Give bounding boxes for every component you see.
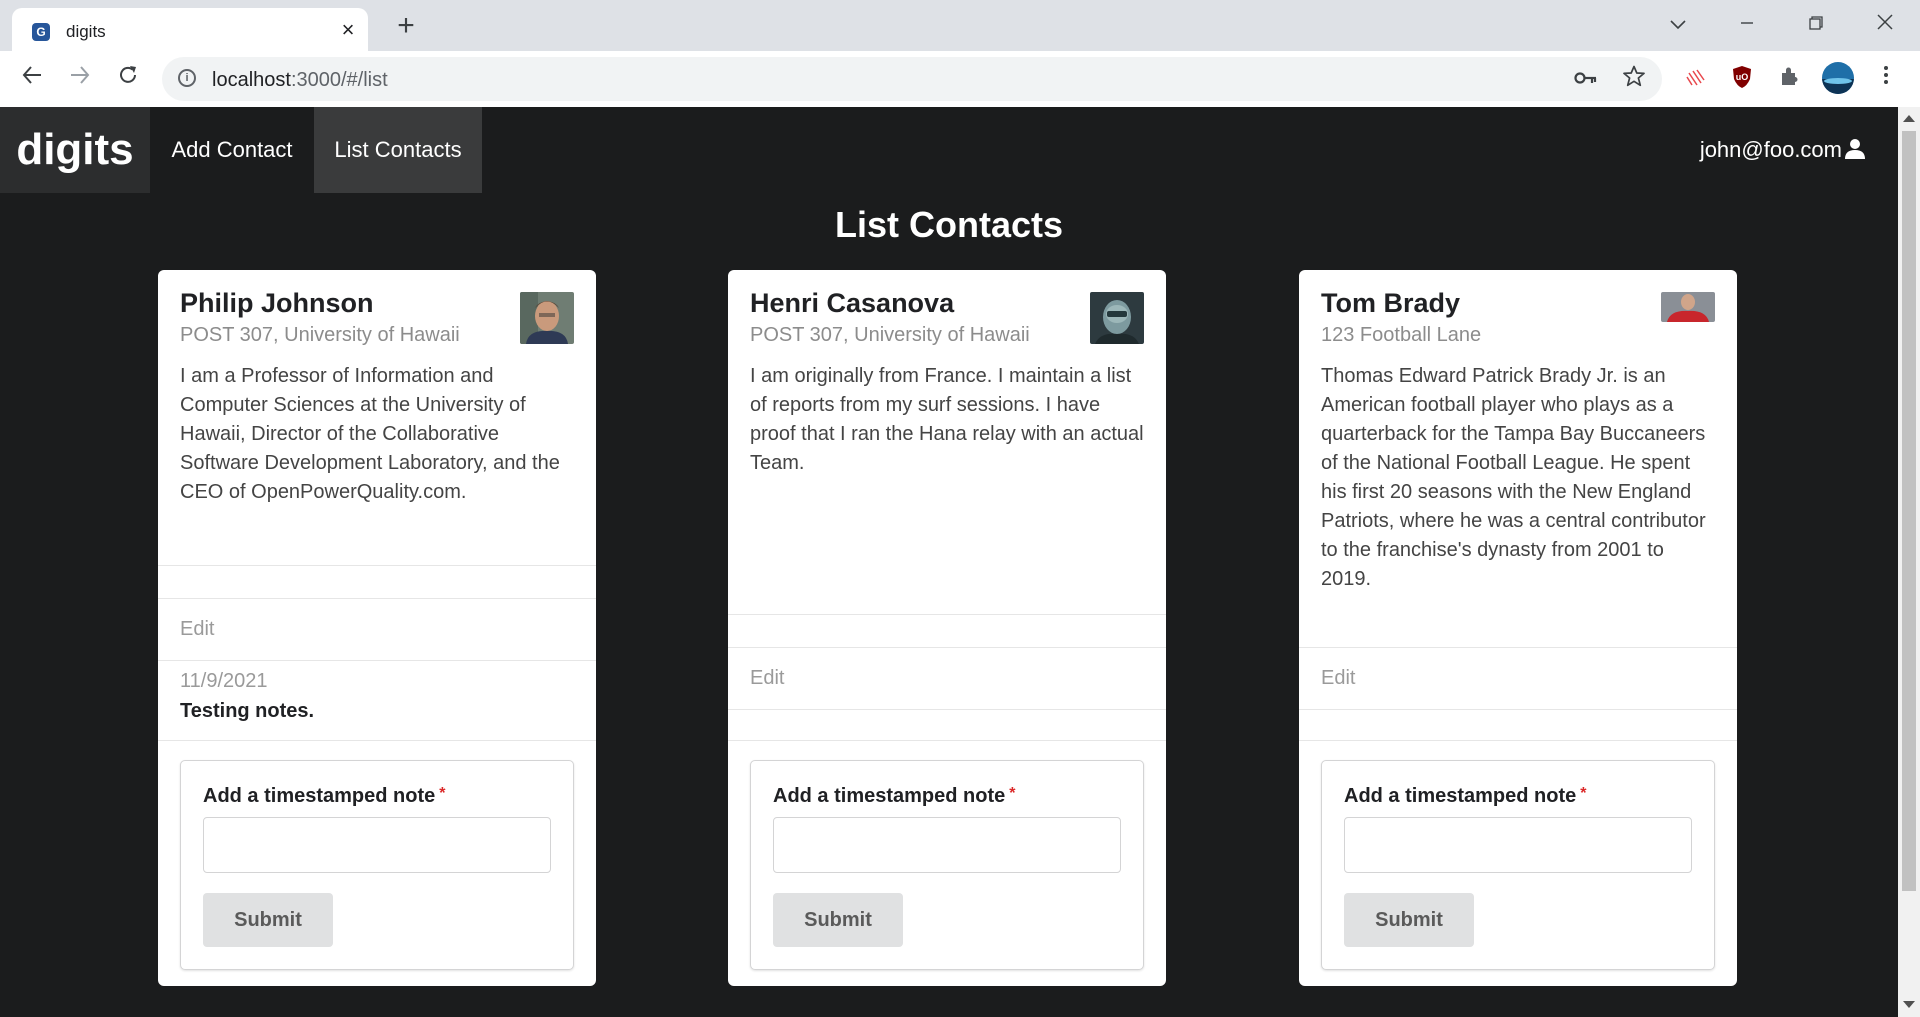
page-scrollbar[interactable] bbox=[1898, 107, 1920, 1017]
contact-photo bbox=[1661, 292, 1715, 322]
submit-button[interactable]: Submit bbox=[1344, 893, 1474, 947]
nav-add-contact[interactable]: Add Contact bbox=[150, 107, 314, 193]
favicon-icon: G bbox=[32, 23, 50, 41]
contact-address: 123 Football Lane bbox=[1321, 324, 1482, 346]
contact-name: Henri Casanova bbox=[750, 288, 955, 318]
contact-address: POST 307, University of Hawaii bbox=[750, 324, 1030, 346]
extensions-puzzle-icon[interactable] bbox=[1776, 65, 1804, 93]
contact-name: Philip Johnson bbox=[180, 288, 374, 318]
contact-photo bbox=[1090, 292, 1144, 344]
note-field-label: Add a timestamped note * bbox=[773, 785, 1016, 807]
contact-address: POST 307, University of Hawaii bbox=[180, 324, 460, 346]
close-window-icon[interactable] bbox=[1861, 8, 1909, 40]
note-input[interactable] bbox=[773, 817, 1121, 873]
contact-photo bbox=[520, 292, 574, 344]
app-navbar: digits Add Contact List Contacts john@fo… bbox=[0, 107, 1898, 193]
profile-avatar-icon[interactable] bbox=[1820, 61, 1856, 97]
tab-strip: G digits × + bbox=[0, 0, 1920, 51]
browser-menu-icon[interactable] bbox=[1872, 65, 1900, 93]
note-input[interactable] bbox=[1344, 817, 1692, 873]
divider bbox=[728, 740, 1166, 741]
divider bbox=[1299, 740, 1737, 741]
submit-button[interactable]: Submit bbox=[773, 893, 903, 947]
minimize-icon[interactable] bbox=[1723, 8, 1771, 40]
divider bbox=[728, 709, 1166, 710]
user-icon bbox=[1845, 139, 1865, 159]
url-text: localhost:3000/#/list bbox=[212, 69, 388, 91]
divider bbox=[158, 565, 596, 566]
svg-text:uO: uO bbox=[1736, 72, 1749, 82]
tab-title: digits bbox=[66, 22, 106, 41]
divider bbox=[158, 598, 596, 599]
user-email: john@foo.com bbox=[1699, 137, 1842, 162]
page-title: List Contacts bbox=[834, 204, 1064, 245]
note-input[interactable] bbox=[203, 817, 551, 873]
contact-description: Thomas Edward Patrick Brady Jr. is an Am… bbox=[1321, 365, 1706, 590]
key-icon[interactable] bbox=[1572, 65, 1600, 93]
contact-card: Henri Casanova POST 307, University of H… bbox=[728, 270, 1166, 986]
brand-logo[interactable]: digits bbox=[0, 107, 150, 193]
note-date: 11/9/2021 bbox=[180, 670, 268, 692]
divider bbox=[728, 614, 1166, 615]
bookmark-star-icon[interactable] bbox=[1620, 65, 1648, 93]
new-tab-icon[interactable]: + bbox=[390, 10, 422, 42]
contact-card: Philip Johnson POST 307, University of H… bbox=[158, 270, 596, 986]
edit-link[interactable]: Edit bbox=[750, 667, 784, 690]
divider bbox=[1299, 709, 1737, 710]
required-marker: * bbox=[1009, 785, 1016, 802]
add-note-form: Add a timestamped note * Submit bbox=[1321, 760, 1715, 970]
user-menu[interactable]: john@foo.com bbox=[1700, 107, 1866, 193]
contact-description: I am a Professor of Information and Comp… bbox=[180, 365, 560, 503]
contact-card: Tom Brady 123 Football Lane Thomas Edwar… bbox=[1299, 270, 1737, 986]
close-tab-icon[interactable]: × bbox=[334, 16, 362, 44]
divider bbox=[728, 647, 1166, 648]
edit-link[interactable]: Edit bbox=[180, 618, 214, 641]
address-bar[interactable]: i localhost:3000/#/list bbox=[162, 57, 1662, 101]
contact-description: I am originally from France. I maintain … bbox=[750, 365, 1144, 474]
add-note-form: Add a timestamped note * Submit bbox=[180, 760, 574, 970]
browser-tab[interactable]: G digits × bbox=[12, 8, 368, 51]
tab-search-icon[interactable] bbox=[1654, 8, 1702, 40]
scroll-down-icon[interactable] bbox=[1903, 1001, 1915, 1008]
note-text: Testing notes. bbox=[180, 700, 315, 722]
note-field-label: Add a timestamped note * bbox=[203, 785, 446, 807]
contact-name: Tom Brady bbox=[1321, 288, 1461, 318]
browser-toolbar: i localhost:3000/#/list uO bbox=[0, 51, 1920, 108]
divider bbox=[1299, 647, 1737, 648]
ublock-icon[interactable]: uO bbox=[1728, 65, 1756, 93]
note-field-label: Add a timestamped note * bbox=[1344, 785, 1587, 807]
add-note-form: Add a timestamped note * Submit bbox=[750, 760, 1144, 970]
divider bbox=[158, 740, 596, 741]
submit-button[interactable]: Submit bbox=[203, 893, 333, 947]
reload-icon[interactable] bbox=[110, 61, 146, 97]
nav-list-contacts[interactable]: List Contacts bbox=[314, 107, 482, 193]
divider bbox=[158, 660, 596, 661]
edit-link[interactable]: Edit bbox=[1321, 667, 1355, 690]
required-marker: * bbox=[439, 785, 446, 802]
site-info-icon[interactable]: i bbox=[178, 69, 196, 87]
extension-stripes-icon[interactable] bbox=[1682, 65, 1710, 93]
back-icon[interactable] bbox=[14, 61, 50, 97]
required-marker: * bbox=[1580, 785, 1587, 802]
scroll-up-icon[interactable] bbox=[1903, 115, 1915, 122]
restore-icon[interactable] bbox=[1792, 8, 1840, 40]
scroll-thumb[interactable] bbox=[1902, 131, 1916, 891]
forward-icon[interactable] bbox=[62, 61, 98, 97]
